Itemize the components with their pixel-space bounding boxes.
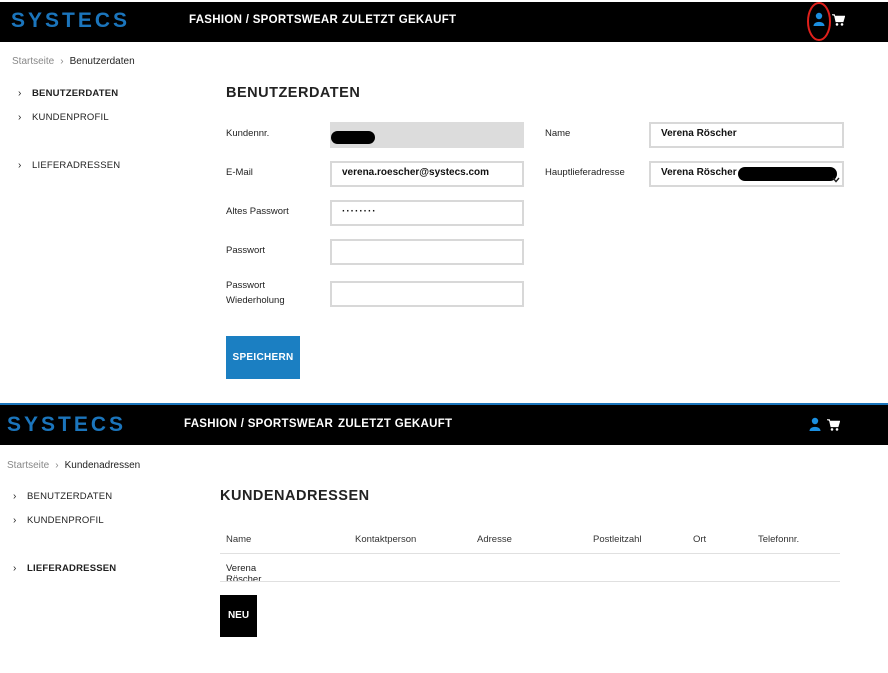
page-title: KUNDENADRESSEN <box>220 488 370 504</box>
label-name: Name <box>545 128 571 139</box>
label-hauptlieferadresse: Hauptlieferadresse <box>545 167 625 178</box>
chevron-right-icon: › <box>13 515 17 526</box>
chevron-down-icon <box>832 170 840 188</box>
divider <box>220 581 840 582</box>
sidebar-item-kundenprofil[interactable]: › KUNDENPROFIL <box>13 515 104 526</box>
redaction-mark <box>331 131 375 144</box>
redaction-mark <box>738 167 837 181</box>
highlight-circle <box>806 1 832 47</box>
sidebar-item-benutzerdaten[interactable]: › BENUTZERDATEN <box>18 88 118 99</box>
chevron-right-icon: › <box>60 56 64 67</box>
password-field[interactable] <box>330 239 524 265</box>
old-password-field[interactable]: ········ <box>330 200 524 226</box>
save-button[interactable]: SPEICHERN <box>226 336 300 379</box>
label-passwort: Passwort <box>226 245 266 256</box>
breadcrumb-current: Kundenadressen <box>64 460 141 471</box>
column-header: Kontaktperson <box>355 534 417 545</box>
column-header: Postleitzahl <box>593 534 642 545</box>
nav-zuletzt-gekauft[interactable]: ZULETZT GEKAUFT <box>342 14 456 26</box>
label-email: E-Mail <box>226 167 253 178</box>
nav-fashion-sportswear[interactable]: FASHION / SPORTSWEAR <box>189 14 338 26</box>
top-header-2: SYSTECS FASHION / SPORTSWEAR ZULETZT GEK… <box>0 403 888 445</box>
breadcrumb-current: Benutzerdaten <box>69 56 135 67</box>
breadcrumb: Startseite › Benutzerdaten <box>12 56 135 67</box>
systecs-logo[interactable]: SYSTECS <box>11 9 130 33</box>
cart-icon[interactable] <box>832 13 846 31</box>
breadcrumb-home[interactable]: Startseite <box>7 460 49 471</box>
name-field[interactable]: Verena Röscher <box>649 122 844 148</box>
label-passwort-wiederholung: Passwort Wiederholung <box>226 280 285 306</box>
sidebar-item-lieferadressen[interactable]: › LIEFERADRESSEN <box>13 563 116 574</box>
label-altes-passwort: Altes Passwort <box>226 206 289 217</box>
column-header: Name <box>226 534 252 545</box>
chevron-right-icon: › <box>55 460 59 471</box>
new-address-button[interactable]: NEU <box>220 595 257 637</box>
chevron-right-icon: › <box>13 491 17 502</box>
chevron-right-icon: › <box>18 88 22 99</box>
breadcrumb-home[interactable]: Startseite <box>12 56 54 67</box>
top-header: SYSTECS FASHION / SPORTSWEAR ZULETZT GEK… <box>0 2 888 42</box>
column-header: Telefonnr. <box>758 534 800 545</box>
cart-icon[interactable] <box>827 418 841 436</box>
chevron-right-icon: › <box>18 160 22 171</box>
systecs-logo[interactable]: SYSTECS <box>7 413 126 437</box>
nav-fashion-sportswear[interactable]: FASHION / SPORTSWEAR <box>184 418 333 430</box>
sidebar-item-lieferadressen[interactable]: › LIEFERADRESSEN <box>18 160 120 171</box>
divider <box>220 553 840 554</box>
chevron-right-icon: › <box>18 112 22 123</box>
column-header: Adresse <box>477 534 512 545</box>
chevron-right-icon: › <box>13 563 17 574</box>
email-field[interactable]: verena.roescher@systecs.com <box>330 161 524 187</box>
page-title: BENUTZERDATEN <box>226 85 361 101</box>
label-kundennr: Kundennr. <box>226 128 270 139</box>
column-header: Ort <box>693 534 707 545</box>
sidebar-item-kundenprofil[interactable]: › KUNDENPROFIL <box>18 112 109 123</box>
breadcrumb: Startseite › Kundenadressen <box>7 460 140 471</box>
sidebar-item-benutzerdaten[interactable]: › BENUTZERDATEN <box>13 491 112 502</box>
user-icon[interactable] <box>809 417 821 436</box>
password-repeat-field[interactable] <box>330 281 524 307</box>
nav-zuletzt-gekauft[interactable]: ZULETZT GEKAUFT <box>338 418 452 430</box>
